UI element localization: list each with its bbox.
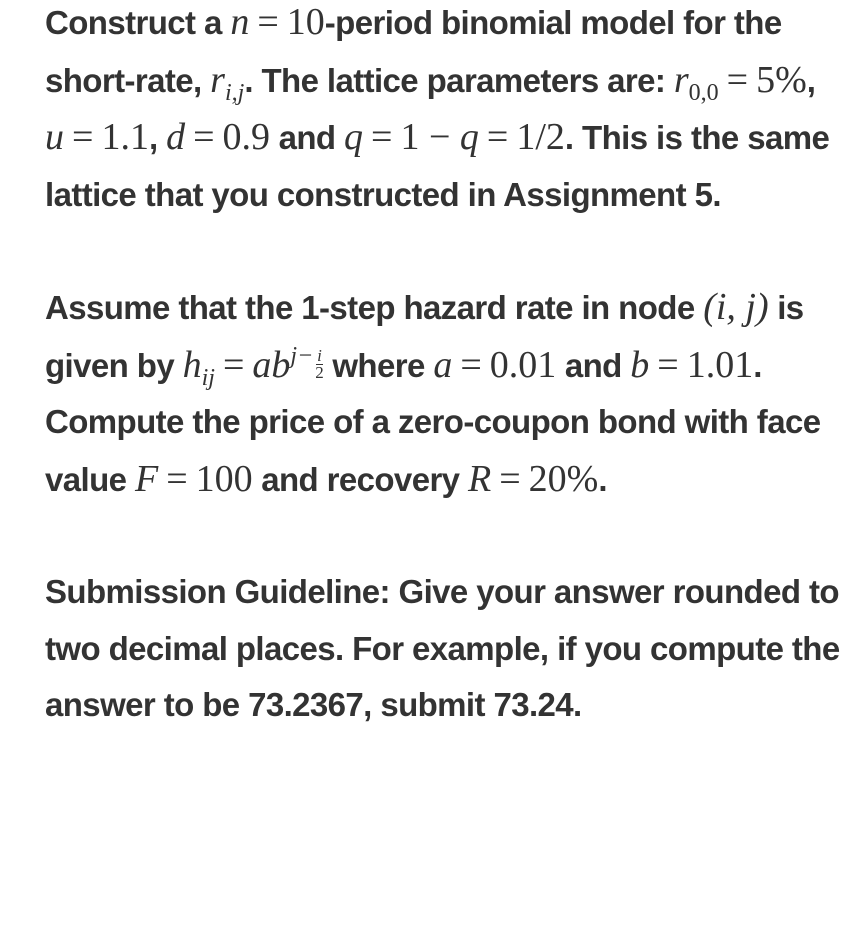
math-u: u = 1.1 <box>45 116 149 158</box>
math-r00: r0,0 = 5% <box>673 58 807 106</box>
math-node: (i, j) <box>703 286 769 328</box>
math-n: n = 10 <box>230 1 325 43</box>
text: . <box>598 460 607 498</box>
math-b: b = 1.01 <box>630 343 754 386</box>
text: Construct a <box>45 4 231 41</box>
text: , <box>806 61 816 99</box>
math-a: a = 0.01 <box>433 343 557 386</box>
text: . The lattice parameters are: <box>244 61 674 99</box>
math-d: d = 0.9 <box>166 116 271 158</box>
text: and <box>556 346 631 384</box>
text: and recovery <box>252 460 469 498</box>
paragraph-hazard-rate: Assume that the 1-step hazard rate in no… <box>45 279 845 508</box>
math-q: q = 1 − q = 1/2 <box>344 116 565 158</box>
paragraph-submission-guideline: Submission Guideline: Give your answer r… <box>45 573 840 723</box>
math-short-rate: ri,j <box>210 58 245 106</box>
text: where <box>323 346 434 384</box>
math-face-value: F = 100 <box>134 457 253 500</box>
math-recovery: R = 20% <box>468 457 599 500</box>
paragraph-lattice-setup: Construct a n = 10-period binomial model f… <box>45 0 845 223</box>
text: Assume that the 1-step hazard rate in no… <box>45 289 704 326</box>
text: , <box>148 119 167 156</box>
problem-statement: Construct a n = 10-period binomial model f… <box>45 0 845 790</box>
math-hazard-formula: hij = abj− i 2 <box>182 342 324 391</box>
text: and <box>270 119 345 156</box>
